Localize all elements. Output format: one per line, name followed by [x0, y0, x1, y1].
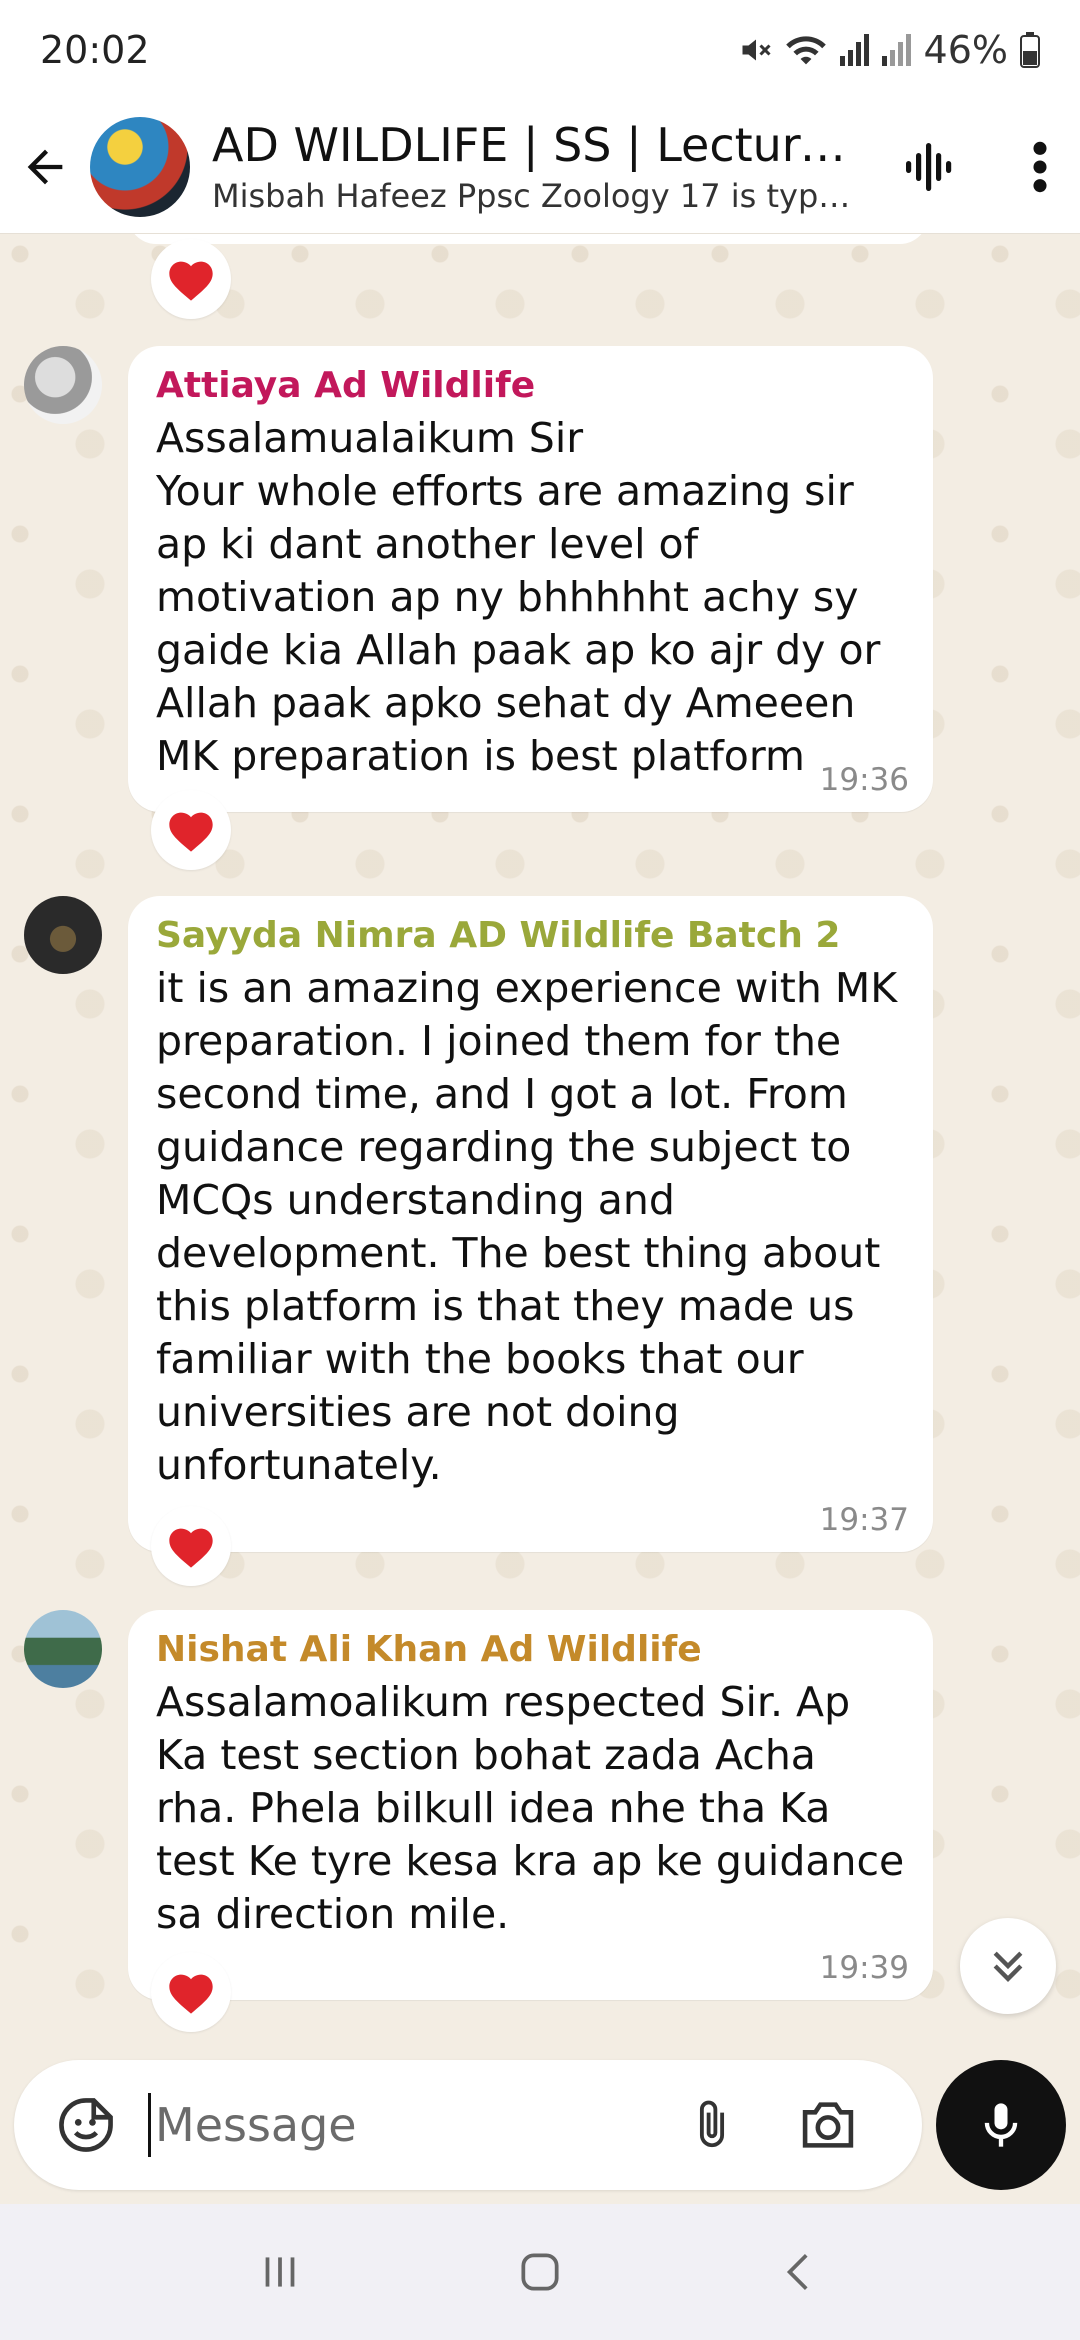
status-right: 46%	[738, 28, 1040, 72]
camera-icon[interactable]	[797, 2097, 859, 2153]
more-options-icon[interactable]	[1030, 139, 1050, 195]
message-bubble[interactable]: Sayyda Nimra AD Wildlife Batch 2 it is a…	[128, 896, 933, 1552]
heart-icon	[169, 1974, 213, 2014]
header-text[interactable]: AD WILDLIFE | SS | Lecturer... Misbah Ha…	[212, 116, 852, 218]
composer-icons	[685, 2095, 859, 2155]
message-bubble[interactable]: Nishat Ali Khan Ad Wildlife Assalamoalik…	[128, 1610, 933, 2000]
reaction-heart[interactable]	[151, 1506, 231, 1586]
signal-icon-1	[839, 34, 869, 66]
message-sender[interactable]: Sayyda Nimra AD Wildlife Batch 2	[156, 910, 905, 962]
attach-icon[interactable]	[685, 2095, 739, 2155]
message-input[interactable]	[155, 2098, 675, 2152]
reaction-heart[interactable]	[151, 790, 231, 870]
text-cursor	[148, 2093, 151, 2157]
message-text: it is an amazing experience with MK prep…	[156, 964, 911, 1489]
signal-icon-2	[881, 34, 911, 66]
status-icons	[738, 32, 912, 68]
wifi-icon	[785, 36, 826, 65]
microphone-icon	[984, 2103, 1018, 2147]
recent-apps-icon[interactable]	[255, 2247, 305, 2297]
arrow-left-icon	[27, 149, 63, 184]
sticker-icon	[59, 2098, 113, 2152]
battery-icon	[1020, 32, 1040, 68]
message-text: Assalamualaikum Sir Your whole efforts a…	[156, 414, 881, 780]
heart-icon	[169, 261, 213, 301]
message-time: 19:36	[819, 762, 909, 798]
voice-chat-icon[interactable]	[904, 139, 960, 195]
message-sender[interactable]: Attiaya Ad Wildlife	[156, 360, 905, 412]
heart-icon	[169, 812, 213, 852]
chat-title: AD WILDLIFE | SS | Lecturer...	[212, 117, 852, 172]
reaction-heart[interactable]	[151, 239, 231, 319]
previous-message-bubble[interactable]	[128, 234, 928, 244]
battery-percent: 46%	[923, 28, 1008, 72]
message-time: 19:39	[819, 1950, 909, 1986]
sticker-button[interactable]	[36, 2094, 136, 2156]
status-bar: 20:02 46%	[0, 0, 1080, 100]
message-text: Assalamoalikum respected Sir. Ap Ka test…	[156, 1678, 918, 1938]
home-icon[interactable]	[515, 2247, 565, 2297]
chat-subtitle: Misbah Hafeez Ppsc Zoology 17 is typi...	[212, 176, 852, 215]
avatar-sayyda-nimra[interactable]	[24, 896, 102, 974]
mute-icon	[742, 39, 771, 61]
system-navigation-bar	[0, 2204, 1080, 2340]
scroll-to-bottom-button[interactable]	[960, 1918, 1056, 2014]
back-nav-icon[interactable]	[775, 2247, 825, 2297]
reaction-heart[interactable]	[151, 1952, 231, 2032]
chat-header: AD WILDLIFE | SS | Lecturer... Misbah Ha…	[0, 100, 1080, 234]
back-button[interactable]	[0, 100, 90, 234]
voice-record-button[interactable]	[936, 2060, 1066, 2190]
status-time: 20:02	[40, 28, 150, 72]
chat-area[interactable]: Attiaya Ad Wildlife Assalamualaikum Sir …	[0, 234, 1080, 2054]
avatar-attiaya[interactable]	[24, 346, 102, 424]
message-composer	[14, 2060, 922, 2190]
message-sender[interactable]: Nishat Ali Khan Ad Wildlife	[156, 1624, 905, 1676]
message-time: 19:37	[819, 1502, 909, 1538]
avatar-nishat-ali-khan[interactable]	[24, 1610, 102, 1688]
header-actions	[904, 100, 1050, 234]
heart-icon	[169, 1528, 213, 1568]
group-avatar[interactable]	[90, 116, 190, 217]
message-bubble[interactable]: Attiaya Ad Wildlife Assalamualaikum Sir …	[128, 346, 933, 812]
double-chevron-down-icon	[993, 1951, 1023, 1982]
